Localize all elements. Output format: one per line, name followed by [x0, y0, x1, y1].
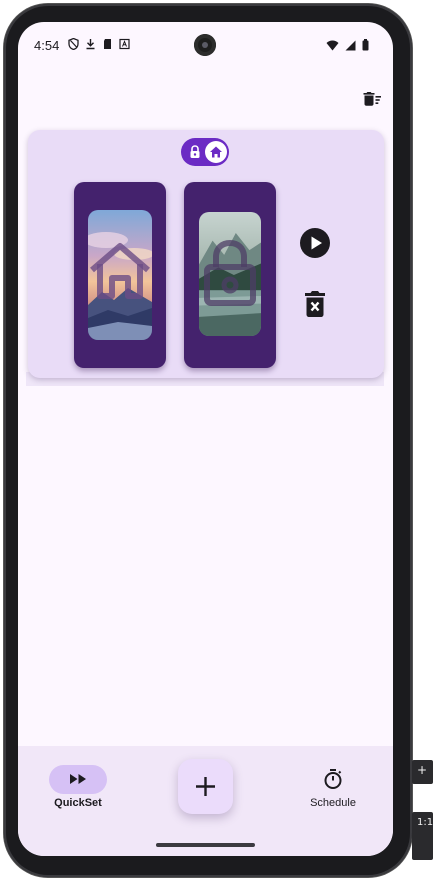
battery-icon — [362, 38, 369, 56]
add-wallpaper-fab[interactable] — [178, 759, 233, 814]
nav-label-schedule: Schedule — [310, 797, 356, 809]
mode-toggle-chip[interactable] — [181, 138, 229, 166]
delete-pair-button[interactable] — [302, 289, 328, 319]
nav-item-schedule[interactable]: Schedule — [273, 746, 393, 826]
emulator-zoom-panel[interactable]: 1:1 — [412, 812, 433, 860]
delete-forever-icon — [305, 291, 325, 317]
play-circle-icon — [300, 228, 330, 258]
lock-icon — [204, 239, 256, 306]
home-screen-wallpaper[interactable] — [74, 182, 166, 368]
lock-screen-wallpaper[interactable] — [184, 182, 276, 368]
status-bar: 4:54 — [18, 22, 393, 68]
download-icon — [85, 37, 96, 50]
app-screen: 4:54 QuickSet Schedule — [18, 22, 393, 856]
font-a-icon — [119, 37, 130, 50]
zoom-label: 1:1 — [417, 817, 433, 828]
plus-icon — [196, 777, 215, 796]
home-icon — [90, 243, 150, 299]
plus-icon: + — [417, 763, 428, 777]
timer-icon — [324, 769, 342, 789]
clear-all-button[interactable] — [360, 89, 384, 113]
fast-forward-icon — [70, 774, 86, 784]
emulator-add-button[interactable]: + — [412, 760, 433, 784]
gesture-home-indicator[interactable] — [156, 843, 255, 847]
nav-label-quickset: QuickSet — [54, 797, 102, 809]
home-icon — [210, 146, 222, 158]
sim-card-icon — [102, 37, 113, 49]
wifi-icon — [326, 38, 339, 56]
lock-icon — [190, 145, 200, 158]
status-time: 4:54 — [34, 38, 60, 53]
delete-sweep-icon — [363, 92, 381, 106]
front-camera — [194, 34, 216, 56]
signal-icon — [345, 38, 356, 56]
shield-icon — [68, 37, 79, 51]
apply-wallpaper-button[interactable] — [300, 228, 330, 258]
nav-item-quickset[interactable]: QuickSet — [18, 746, 138, 826]
